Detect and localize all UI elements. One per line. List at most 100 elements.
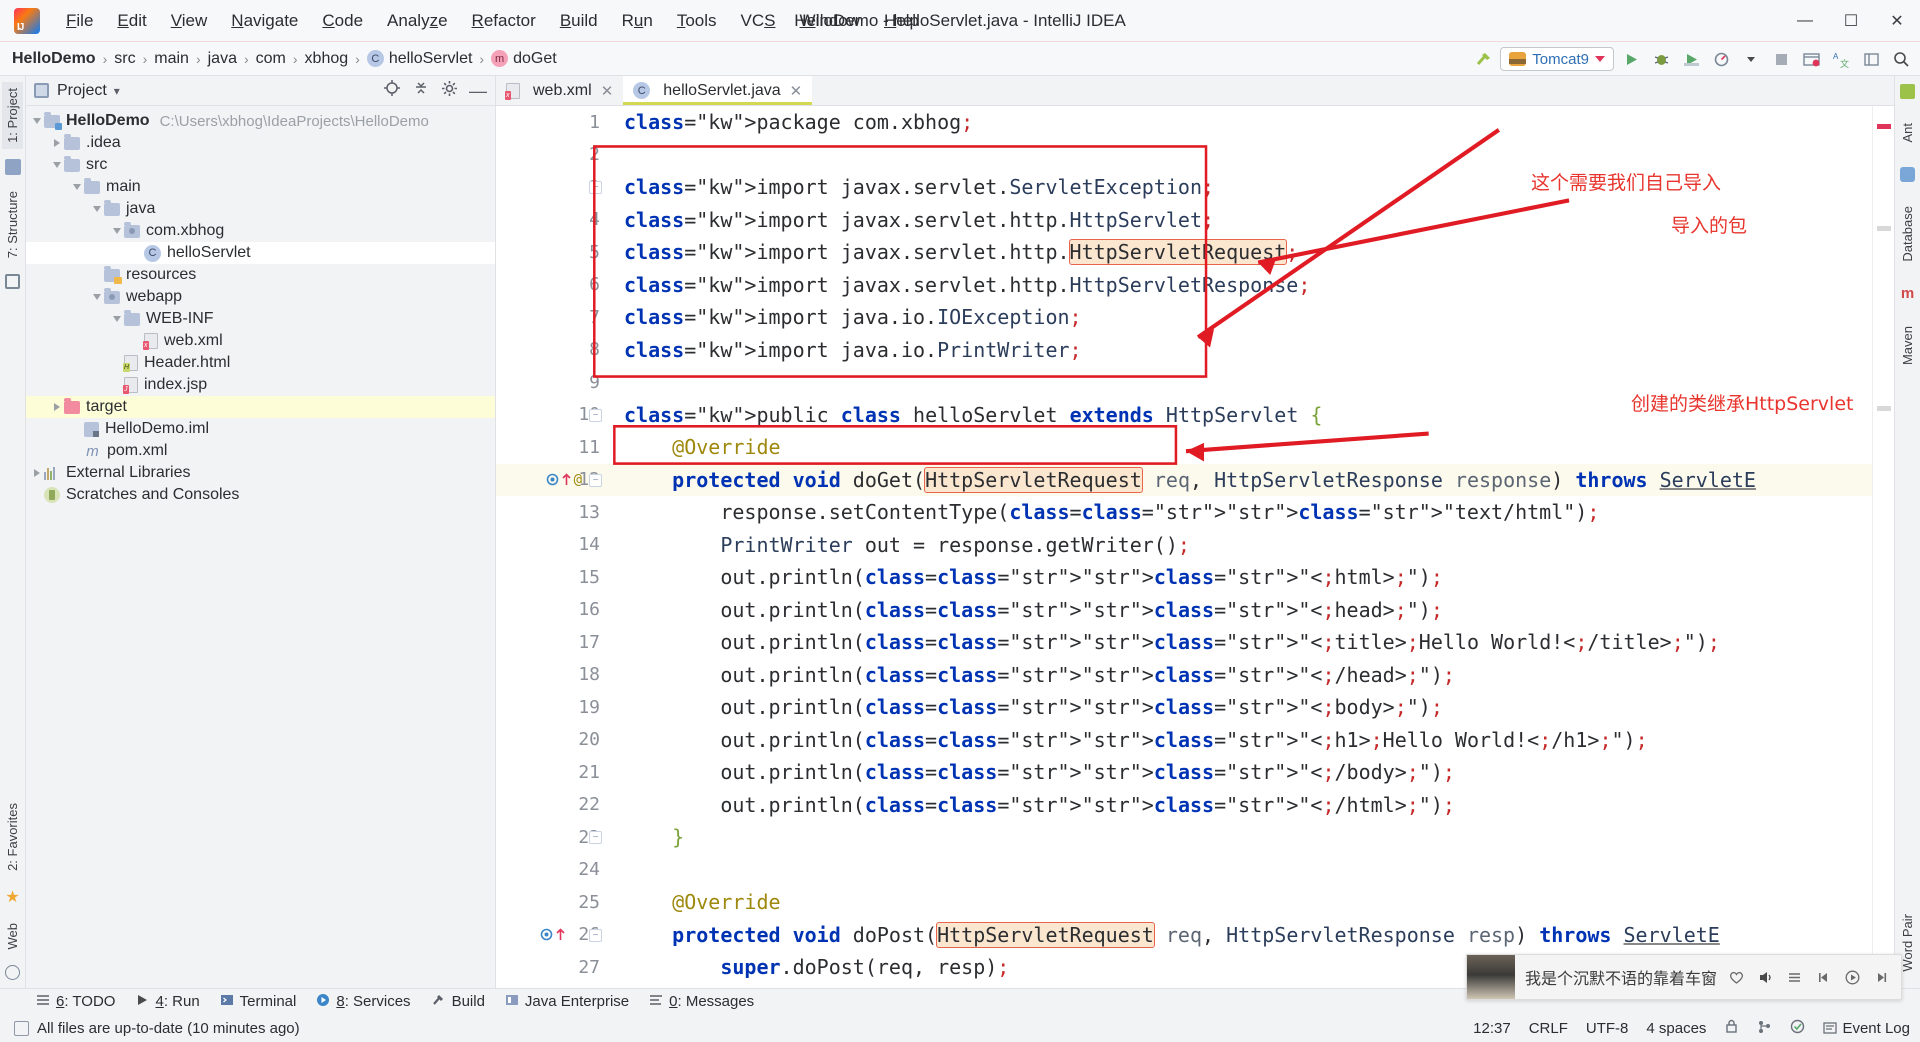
close-icon[interactable]: ✕ xyxy=(790,82,803,100)
commit-icon[interactable] xyxy=(5,274,20,290)
code-line-23[interactable]: } xyxy=(606,821,1872,854)
code-line-22[interactable]: out.println(class=class="str">"str">clas… xyxy=(606,789,1872,822)
tree-item-header-html[interactable]: H Header.html xyxy=(26,352,495,374)
run-configuration-selector[interactable]: Tomcat9 xyxy=(1500,47,1614,71)
event-log-button[interactable]: Event Log xyxy=(1823,1020,1910,1037)
code-line-13[interactable]: response.setContentType(class=class="str… xyxy=(606,496,1872,529)
code-line-9[interactable] xyxy=(606,366,1872,399)
breadcrumb-item-hellodemo[interactable]: HelloDemo xyxy=(12,50,96,68)
structure-icon[interactable] xyxy=(4,158,21,175)
code-fold-toggle[interactable]: − xyxy=(589,831,602,844)
chevron-right-icon[interactable] xyxy=(50,136,64,150)
menu-item-tools[interactable]: Tools xyxy=(665,7,729,35)
tree-item-web-xml[interactable]: x web.xml xyxy=(26,330,495,352)
tree-item-resources[interactable]: resources xyxy=(26,264,495,286)
run-with-coverage-button[interactable] xyxy=(1678,46,1704,72)
tree-item-scratches-and-consoles[interactable]: Scratches and Consoles xyxy=(26,484,495,506)
menu-item-navigate[interactable]: Navigate xyxy=(219,7,310,35)
breadcrumb-item-main[interactable]: main xyxy=(154,50,189,68)
code-line-1[interactable]: class="kw">package com.xbhog; xyxy=(606,106,1872,139)
updates-icon[interactable] xyxy=(1798,46,1824,72)
database-icon[interactable] xyxy=(1900,166,1915,182)
sidebar-item-project[interactable]: 1: Project xyxy=(2,82,23,149)
chevron-down-icon[interactable] xyxy=(110,312,124,326)
breadcrumb-item-com[interactable]: com xyxy=(256,50,286,68)
tree-item-java[interactable]: java xyxy=(26,198,495,220)
close-icon[interactable]: ✕ xyxy=(601,82,614,100)
code-line-24[interactable] xyxy=(606,854,1872,887)
code-line-16[interactable]: out.println(class=class="str">"str">clas… xyxy=(606,594,1872,627)
gutter-line-number[interactable]: 9 xyxy=(496,366,606,399)
gutter-line-number[interactable]: 25 xyxy=(496,886,606,919)
breadcrumb-item-doget[interactable]: m doGet xyxy=(491,50,557,68)
code-line-4[interactable]: class="kw">import javax.servlet.http.Htt… xyxy=(606,204,1872,237)
translate-icon[interactable]: A文 xyxy=(1828,46,1854,72)
editor-gutter[interactable]: 123456789101112@131415161718192021222324… xyxy=(496,106,606,988)
code-line-14[interactable]: PrintWriter out = response.getWriter(); xyxy=(606,529,1872,562)
tool-window-terminal[interactable]: Terminal xyxy=(220,993,296,1011)
gutter-line-number[interactable]: 22 xyxy=(496,789,606,822)
code-line-21[interactable]: out.println(class=class="str">"str">clas… xyxy=(606,756,1872,789)
play-icon[interactable] xyxy=(1843,968,1862,987)
menu-item-build[interactable]: Build xyxy=(548,7,610,35)
sidebar-item-database[interactable]: Database xyxy=(1897,200,1918,268)
inspection-icon[interactable] xyxy=(1790,1019,1805,1038)
menu-item-view[interactable]: View xyxy=(159,7,220,35)
sidebar-item-structure[interactable]: 7: Structure xyxy=(2,185,23,264)
gutter-line-number[interactable]: 4 xyxy=(496,204,606,237)
editor-tab-helloservlet-java[interactable]: ChelloServlet.java ✕ xyxy=(623,76,813,105)
stop-button[interactable] xyxy=(1768,46,1794,72)
playlist-icon[interactable] xyxy=(1785,968,1804,987)
chevron-down-icon[interactable] xyxy=(110,224,124,238)
code-fold-toggle[interactable]: − xyxy=(589,408,602,422)
gutter-line-number[interactable]: 20 xyxy=(496,724,606,757)
file-encoding[interactable]: UTF-8 xyxy=(1586,1020,1629,1037)
tool-window-build[interactable]: Build xyxy=(431,992,485,1011)
code-fold-toggle[interactable]: − xyxy=(589,473,602,487)
code-line-7[interactable]: class="kw">import java.io.IOException; xyxy=(606,301,1872,334)
code-line-25[interactable]: @Override xyxy=(606,886,1872,919)
tool-window-6-todo[interactable]: 6: TODO xyxy=(36,993,115,1011)
menu-item-run[interactable]: Run xyxy=(610,7,665,35)
close-button[interactable]: ✕ xyxy=(1874,0,1920,42)
code-line-5[interactable]: class="kw">import javax.servlet.http.Htt… xyxy=(606,236,1872,269)
profiler-button[interactable] xyxy=(1708,46,1734,72)
gutter-line-number[interactable]: 27 xyxy=(496,951,606,984)
editor-tab-web-xml[interactable]: x web.xml ✕ xyxy=(496,76,623,105)
tool-window-java-enterprise[interactable]: Java Enterprise xyxy=(505,993,629,1011)
breadcrumb-item-src[interactable]: src xyxy=(114,50,135,68)
tree-item-index-jsp[interactable]: Jindex.jsp xyxy=(26,374,495,396)
build-hammer-icon[interactable] xyxy=(1470,46,1496,72)
sidebar-item-maven[interactable]: Maven xyxy=(1897,320,1918,371)
menu-item-refactor[interactable]: Refactor xyxy=(460,7,548,35)
gutter-line-number[interactable]: 16 xyxy=(496,594,606,627)
tree-item-helloservlet[interactable]: ChelloServlet xyxy=(26,242,495,264)
code-line-2[interactable] xyxy=(606,139,1872,172)
layout-icon[interactable] xyxy=(1858,46,1884,72)
code-content[interactable]: class="kw">package com.xbhog; class="kw">… xyxy=(606,106,1872,988)
code-line-8[interactable]: class="kw">import java.io.PrintWriter; xyxy=(606,334,1872,367)
breadcrumb-item-java[interactable]: java xyxy=(208,50,237,68)
chevron-right-icon[interactable] xyxy=(50,400,64,414)
gutter-line-number[interactable]: 21 xyxy=(496,756,606,789)
gutter-line-number[interactable]: 19 xyxy=(496,691,606,724)
tree-item-com-xbhog[interactable]: com.xbhog xyxy=(26,220,495,242)
gutter-line-number[interactable]: 13 xyxy=(496,496,606,529)
menu-item-edit[interactable]: Edit xyxy=(105,7,158,35)
caret-position[interactable]: 12:37 xyxy=(1473,1020,1511,1037)
gutter-line-number[interactable]: 14 xyxy=(496,529,606,562)
gutter-line-number[interactable]: 1 xyxy=(496,106,606,139)
ant-icon[interactable] xyxy=(1900,84,1915,99)
code-line-18[interactable]: out.println(class=class="str">"str">clas… xyxy=(606,659,1872,692)
sidebar-item-favorites[interactable]: 2: Favorites xyxy=(2,797,23,877)
tree-item-src[interactable]: src xyxy=(26,154,495,176)
menu-item-file[interactable]: File xyxy=(54,7,105,35)
code-line-15[interactable]: out.println(class=class="str">"str">clas… xyxy=(606,561,1872,594)
menu-item-code[interactable]: Code xyxy=(310,7,375,35)
chevron-down-icon[interactable] xyxy=(1738,46,1764,72)
gutter-line-number[interactable]: 24 xyxy=(496,854,606,887)
tool-window-8-services[interactable]: 8: Services xyxy=(316,993,411,1011)
tree-item-hellodemo[interactable]: HelloDemo C:\Users\xbhog\IdeaProjects\Hel… xyxy=(26,110,495,132)
volume-icon[interactable] xyxy=(1756,968,1775,987)
project-tree[interactable]: HelloDemo C:\Users\xbhog\IdeaProjects\Hel… xyxy=(26,106,495,506)
